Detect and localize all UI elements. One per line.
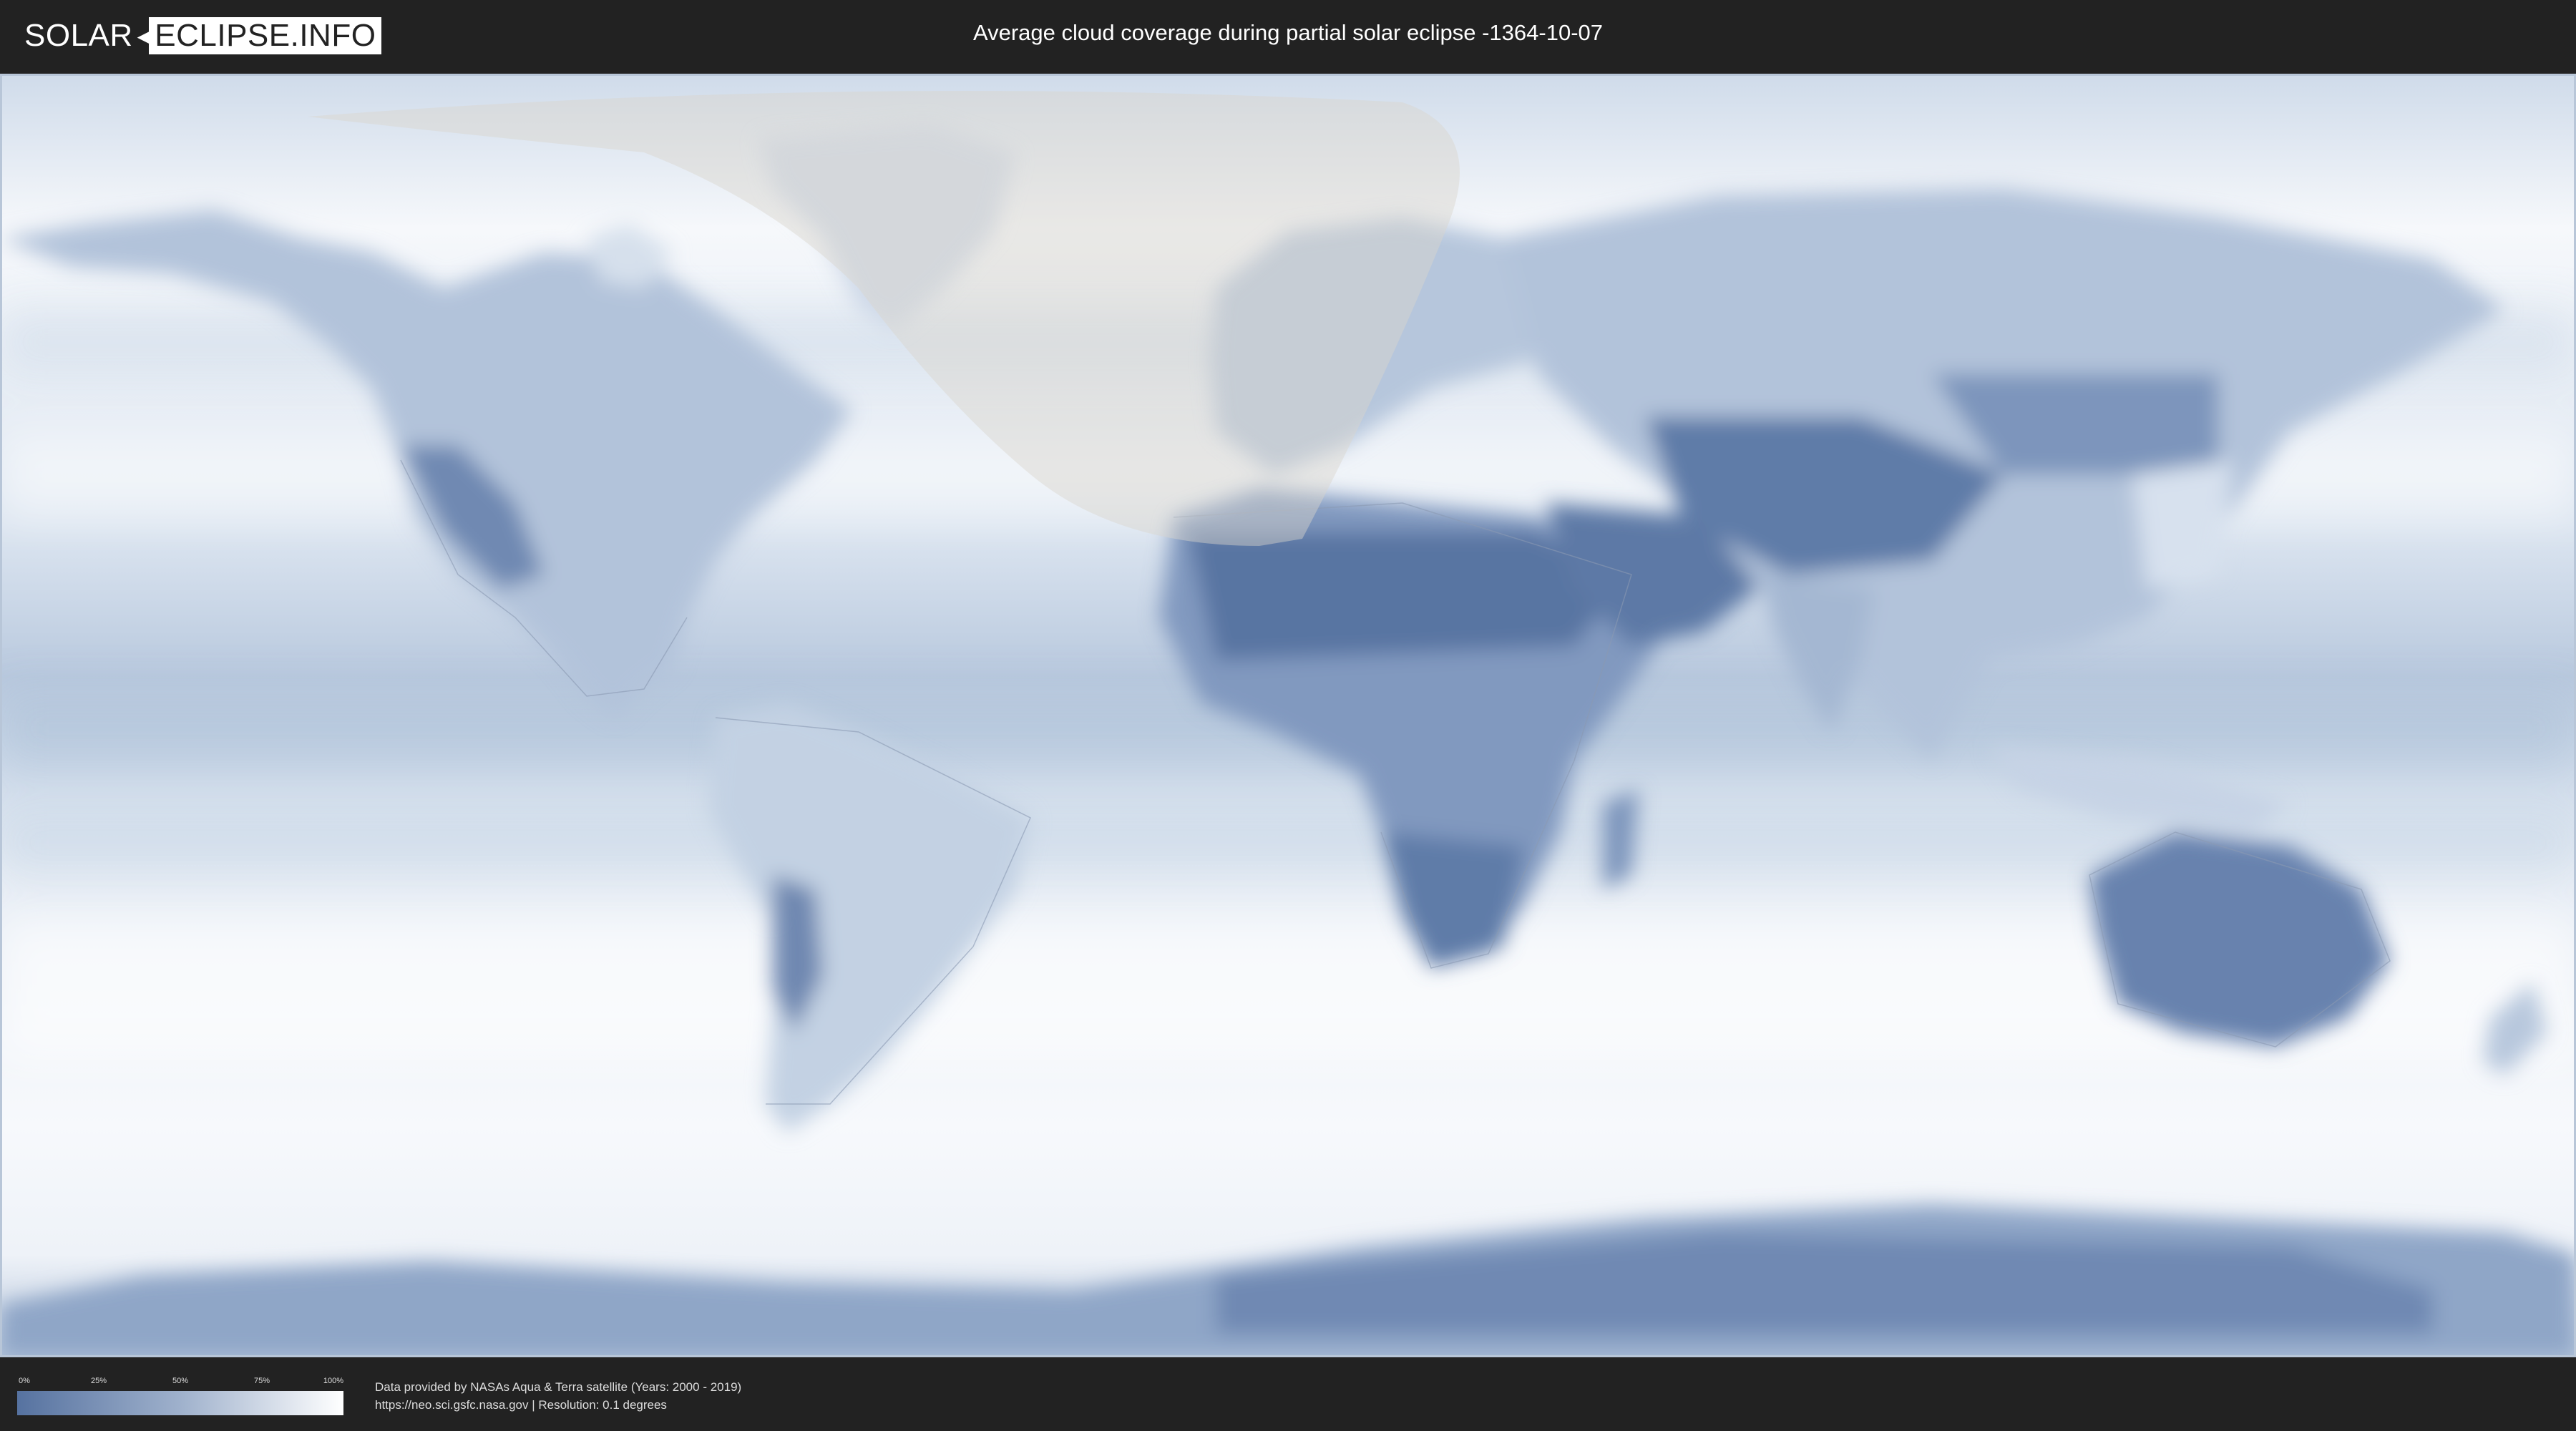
- legend-tick-50: 50%: [172, 1377, 189, 1385]
- legend-tick-100: 100%: [323, 1377, 343, 1385]
- cloud-coverage-map[interactable]: [0, 74, 2576, 1357]
- legend-tick-25: 25%: [90, 1377, 107, 1385]
- legend-tick-0: 0%: [19, 1377, 30, 1385]
- data-credits: Data provided by NASAs Aqua & Terra sate…: [375, 1378, 741, 1414]
- cloud-coverage-legend: 0% 25% 50% 75% 100%: [17, 1374, 343, 1417]
- header-bar: SOLAR ◂ ECLIPSE.INFO Average cloud cover…: [0, 0, 2576, 72]
- credits-source: Data provided by NASAs Aqua & Terra sate…: [375, 1380, 742, 1394]
- page-title: Average cloud coverage during partial so…: [972, 20, 1604, 45]
- world-map-graphic: [0, 74, 2576, 1357]
- credits-url[interactable]: https://neo.sci.gsfc.nasa.gov | Resoluti…: [375, 1396, 741, 1414]
- legend-gradient-bar: [17, 1391, 343, 1415]
- legend-tick-75: 75%: [253, 1377, 270, 1385]
